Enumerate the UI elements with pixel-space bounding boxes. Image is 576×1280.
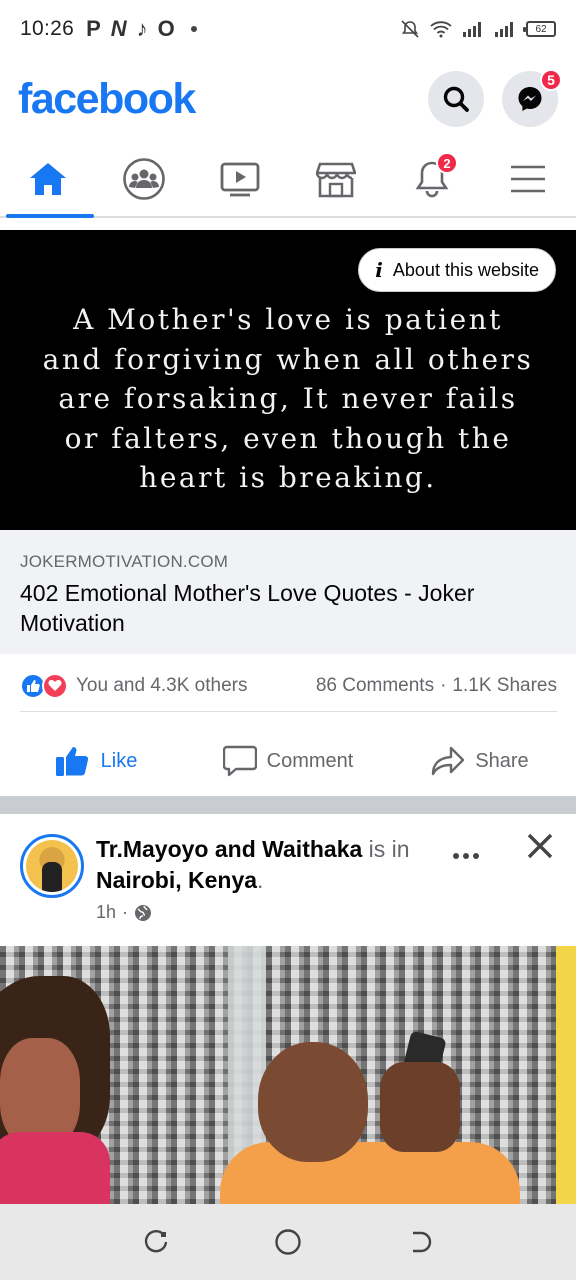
avatar-photo (26, 840, 78, 892)
post-photo[interactable] (0, 946, 576, 1204)
tab-menu[interactable] (480, 142, 576, 216)
about-this-website-button[interactable]: i About this website (358, 248, 556, 292)
comment-button[interactable]: Comment (192, 745, 384, 777)
photo-girl-shirt (0, 1132, 110, 1204)
tab-marketplace[interactable] (288, 142, 384, 216)
main-tabs: 2 (0, 142, 576, 218)
post-meta: 1h · (96, 902, 152, 923)
link-preview-meta[interactable]: JOKERMOTIVATION.COM 402 Emotional Mother… (0, 530, 576, 654)
header-actions: 5 (428, 69, 562, 127)
messenger-badge: 5 (540, 69, 562, 91)
wifi-icon (430, 21, 452, 38)
status-app-icons: P N ♪ O (86, 16, 197, 42)
groups-icon (123, 158, 165, 200)
quote-line: and forgiving when all others (42, 342, 534, 376)
post-location[interactable]: Nairobi, Kenya (96, 867, 257, 893)
share-icon (432, 746, 465, 776)
opera-icon: O (157, 16, 175, 41)
reactions-summary: You and 4.3K others 86 Comments · 1.1K S… (20, 668, 557, 712)
quote-line: heart is breaking. (139, 461, 437, 494)
battery-icon: 62 (523, 21, 556, 37)
post-header: Tr.Mayoyo and Waithaka is in Nairobi, Ke… (0, 814, 576, 946)
post-author-line: Tr.Mayoyo and Waithaka is in Nairobi, Ke… (96, 834, 466, 896)
tiktok-icon: ♪ (136, 16, 148, 41)
facebook-logo[interactable]: facebook (18, 75, 196, 124)
tab-groups[interactable] (96, 142, 192, 216)
feed-spacer (0, 218, 576, 230)
more-notifications-dot (190, 26, 197, 32)
tab-notifications[interactable]: 2 (384, 142, 480, 216)
hamburger-menu-icon (511, 165, 545, 193)
like-label: Like (100, 749, 138, 772)
close-icon (527, 833, 553, 859)
love-reaction-icon (42, 672, 68, 699)
messenger-button[interactable]: 5 (502, 69, 562, 127)
link-domain: JOKERMOTIVATION.COM (20, 552, 229, 571)
reactions-count[interactable]: You and 4.3K others (76, 675, 248, 697)
comment-icon (222, 745, 257, 777)
is-in-text: is in (368, 836, 410, 862)
app-header: facebook 5 (0, 62, 576, 136)
pinterest-icon: P (86, 16, 101, 41)
info-icon: i (375, 258, 383, 282)
signal-icon-1 (463, 22, 481, 37)
share-label: Share (475, 749, 529, 772)
more-dots-icon (453, 853, 479, 859)
quote-line: are forsaking, It never fails (58, 382, 518, 415)
period: . (257, 867, 264, 893)
quote-line: A Mother's love is patient (73, 303, 503, 336)
separator-dot: · (122, 902, 129, 922)
post-actions: Like Comment Share (0, 728, 576, 794)
messenger-icon (518, 87, 542, 111)
reaction-icons[interactable] (20, 672, 68, 699)
engagement-counts: 86 Comments · 1.1K Shares (316, 675, 557, 697)
photo-man-head (258, 1042, 368, 1162)
tab-home[interactable] (0, 142, 96, 218)
search-icon (443, 86, 469, 112)
home-circle-icon (275, 1229, 301, 1255)
app-n-icon: N (110, 16, 127, 41)
system-nav-bar (0, 1204, 576, 1280)
battery-level: 62 (535, 23, 547, 35)
feed-divider (0, 796, 576, 814)
video-icon (220, 162, 260, 197)
status-indicators: 62 (400, 19, 556, 39)
back-button[interactable] (405, 1227, 435, 1257)
home-nav-button[interactable] (273, 1227, 303, 1257)
shares-count[interactable]: 1.1K Shares (452, 675, 557, 697)
back-icon (413, 1231, 432, 1253)
recents-icon (144, 1229, 168, 1253)
separator-dot: · (440, 674, 447, 696)
photo-hand (380, 1062, 460, 1152)
status-bar: 10:26 P N ♪ O 62 (0, 0, 576, 58)
hide-post-button[interactable] (526, 830, 554, 869)
comment-label: Comment (266, 749, 354, 772)
bell-off-icon (401, 20, 419, 38)
link-title: 402 Emotional Mother's Love Quotes - Jok… (20, 580, 475, 636)
post-time[interactable]: 1h (96, 902, 116, 923)
about-website-label: About this website (392, 259, 539, 280)
home-icon (30, 163, 66, 195)
more-options-button[interactable] (452, 840, 480, 866)
photo-edge (556, 946, 576, 1204)
thumbs-up-icon (55, 747, 88, 776)
signal-icon-2 (495, 22, 513, 37)
status-time: 10:26 (20, 17, 75, 40)
link-preview-image[interactable]: i About this website A Mother's love is … (0, 230, 576, 530)
avatar[interactable] (20, 834, 84, 898)
tab-watch[interactable] (192, 142, 288, 216)
search-button[interactable] (428, 71, 484, 127)
quote-line: or falters, even though the (64, 421, 512, 455)
post-author[interactable]: Tr.Mayoyo and Waithaka (96, 836, 362, 862)
marketplace-icon (316, 162, 356, 198)
quote-text: A Mother's love is patient and forgiving… (0, 300, 576, 498)
globe-icon (135, 904, 152, 921)
recents-button[interactable] (141, 1227, 171, 1257)
photo-man-shirt (220, 1142, 520, 1204)
comments-count[interactable]: 86 Comments (316, 675, 434, 697)
like-button[interactable]: Like (0, 745, 192, 777)
share-button[interactable]: Share (384, 746, 576, 776)
notifications-badge: 2 (436, 152, 458, 174)
